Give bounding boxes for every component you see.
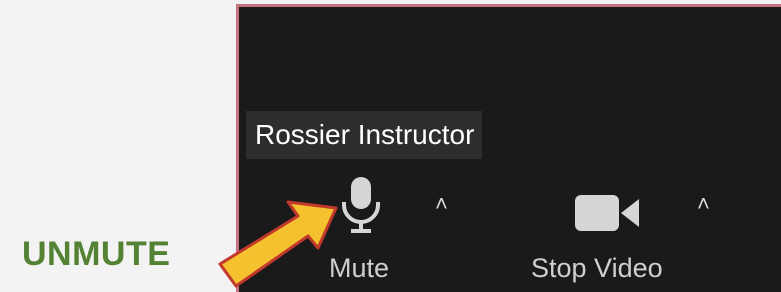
unmute-annotation-label: UNMUTE bbox=[22, 235, 171, 273]
microphone-icon bbox=[342, 177, 380, 233]
stop-video-button[interactable]: Stop Video bbox=[519, 167, 689, 287]
chevron-up-icon[interactable]: ˄ bbox=[435, 191, 448, 217]
stop-video-button-label: Stop Video bbox=[531, 253, 663, 283]
zoom-meeting-panel: Rossier Instructor Mute ˄ Stop Video ˄ bbox=[236, 4, 781, 292]
video-camera-icon bbox=[575, 195, 639, 231]
mute-button[interactable]: Mute bbox=[301, 167, 421, 287]
participant-name-tag: Rossier Instructor bbox=[246, 111, 483, 159]
screenshot-stage: Rossier Instructor Mute ˄ Stop Video ˄ U… bbox=[0, 0, 781, 292]
chevron-up-icon[interactable]: ˄ bbox=[697, 191, 710, 217]
mute-button-label: Mute bbox=[329, 253, 390, 283]
